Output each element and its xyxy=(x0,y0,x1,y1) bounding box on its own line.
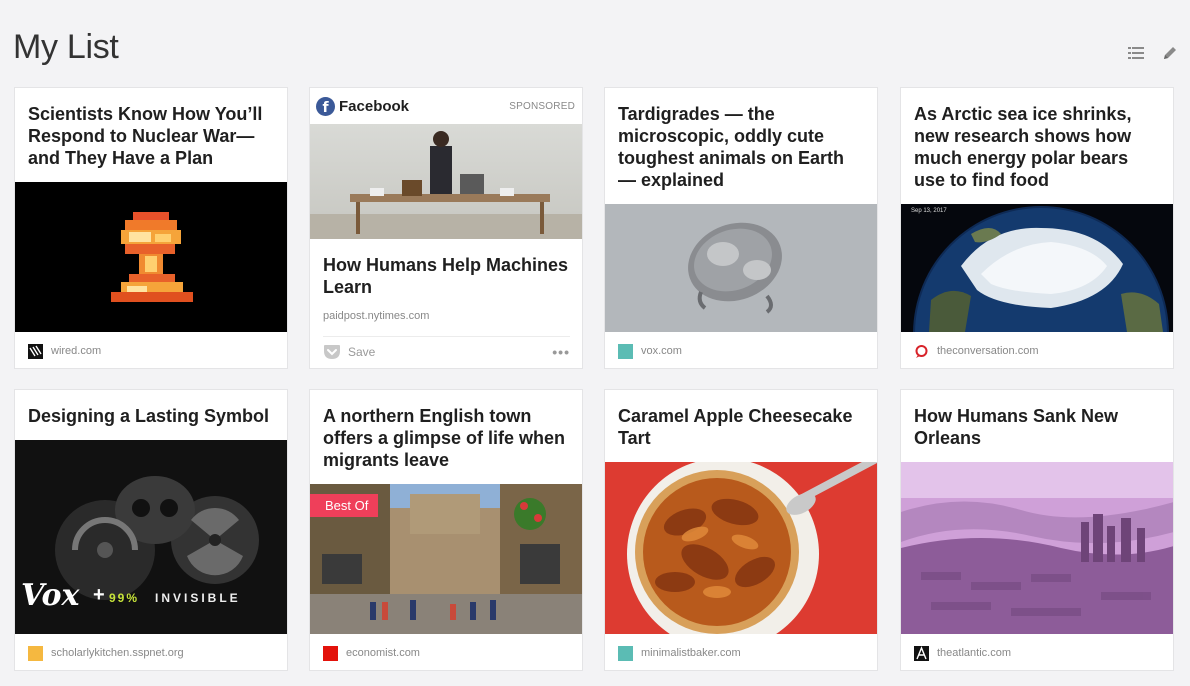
card-footer: economist.com xyxy=(323,643,570,663)
card-title[interactable]: Scientists Know How You’ll Respond to Nu… xyxy=(28,103,275,169)
list-item[interactable]: Scientists Know How You’ll Respond to Nu… xyxy=(14,87,288,369)
card-footer: theconversation.com xyxy=(914,341,1161,361)
card-title[interactable]: How Humans Sank New Orleans xyxy=(914,405,1161,449)
save-button[interactable]: Save xyxy=(348,345,375,359)
best-of-badge: Best Of xyxy=(310,494,379,517)
source-domain[interactable]: vox.com xyxy=(641,345,682,357)
card-footer: minimalistbaker.com xyxy=(618,643,865,663)
vox-favicon-icon xyxy=(618,343,633,359)
image-brand-text: Vox xyxy=(21,578,80,613)
card-footer: theatlantic.com xyxy=(914,643,1161,663)
list-view-icon[interactable] xyxy=(1126,43,1146,63)
thumbnail-image[interactable] xyxy=(605,462,877,634)
minimalistbaker-favicon-icon xyxy=(618,645,633,661)
divider xyxy=(323,336,570,337)
more-options-button[interactable]: ••• xyxy=(552,344,570,360)
card-footer: vox.com xyxy=(618,341,865,361)
sponsor-name[interactable]: Facebook xyxy=(339,98,409,115)
image-percent-text: 99% xyxy=(109,591,140,605)
list-item[interactable]: A northern English town offers a glimpse… xyxy=(309,389,583,671)
list-item[interactable]: Caramel Apple Cheesecake Tart minimalist… xyxy=(604,389,878,671)
thumbnail-image[interactable] xyxy=(605,204,877,332)
save-row: Save ••• xyxy=(323,342,570,362)
source-domain[interactable]: theconversation.com xyxy=(937,345,1039,357)
card-title[interactable]: Tardigrades — the microscopic, oddly cut… xyxy=(618,103,865,191)
source-domain[interactable]: economist.com xyxy=(346,647,420,659)
facebook-icon: f xyxy=(316,96,335,116)
theatlantic-favicon-icon xyxy=(914,645,929,661)
list-item[interactable]: As Arctic sea ice shrinks, new research … xyxy=(900,87,1174,369)
sponsored-label: SPONSORED xyxy=(509,100,575,112)
image-plus-text: + xyxy=(93,584,105,606)
source-domain[interactable]: wired.com xyxy=(51,345,101,357)
sponsor-header: f Facebook SPONSORED xyxy=(316,96,575,116)
scholarlykitchen-favicon-icon xyxy=(28,645,43,661)
economist-favicon-icon xyxy=(323,645,338,661)
thumbnail-image[interactable] xyxy=(310,124,582,239)
card-title[interactable]: Designing a Lasting Symbol xyxy=(28,405,275,427)
toolbar xyxy=(1126,43,1180,63)
source-domain[interactable]: minimalistbaker.com xyxy=(641,647,741,659)
thumbnail-image[interactable]: Sep 13, 2017 xyxy=(901,204,1173,332)
pocket-save-icon[interactable] xyxy=(323,344,341,360)
card-title[interactable]: A northern English town offers a glimpse… xyxy=(323,405,570,471)
source-domain[interactable]: paidpost.nytimes.com xyxy=(323,310,429,322)
thumbnail-image[interactable] xyxy=(15,182,287,332)
theconversation-favicon-icon xyxy=(914,344,929,359)
card-footer: wired.com xyxy=(28,341,275,361)
image-caption: Sep 13, 2017 xyxy=(911,208,947,214)
page-title: My List xyxy=(13,28,119,66)
card-footer: scholarlykitchen.sspnet.org xyxy=(28,643,275,663)
thumbnail-image[interactable]: Vox + 99% INVISIBLE xyxy=(15,440,287,634)
sponsored-item[interactable]: f Facebook SPONSORED How Humans Help Mac… xyxy=(309,87,583,369)
thumbnail-image[interactable] xyxy=(901,462,1173,634)
card-title[interactable]: How Humans Help Machines Learn xyxy=(323,254,570,298)
list-item[interactable]: How Humans Sank New Orleans theatlantic.… xyxy=(900,389,1174,671)
source-domain[interactable]: theatlantic.com xyxy=(937,647,1011,659)
image-invisible-text: INVISIBLE xyxy=(155,591,241,605)
source-domain[interactable]: scholarlykitchen.sspnet.org xyxy=(51,647,184,659)
pencil-icon[interactable] xyxy=(1160,43,1180,63)
card-title[interactable]: Caramel Apple Cheesecake Tart xyxy=(618,405,865,449)
list-item[interactable]: Designing a Lasting Symbol Vox + 99% INV… xyxy=(14,389,288,671)
card-title[interactable]: As Arctic sea ice shrinks, new research … xyxy=(914,103,1161,191)
wired-favicon-icon xyxy=(28,343,43,359)
list-item[interactable]: Tardigrades — the microscopic, oddly cut… xyxy=(604,87,878,369)
